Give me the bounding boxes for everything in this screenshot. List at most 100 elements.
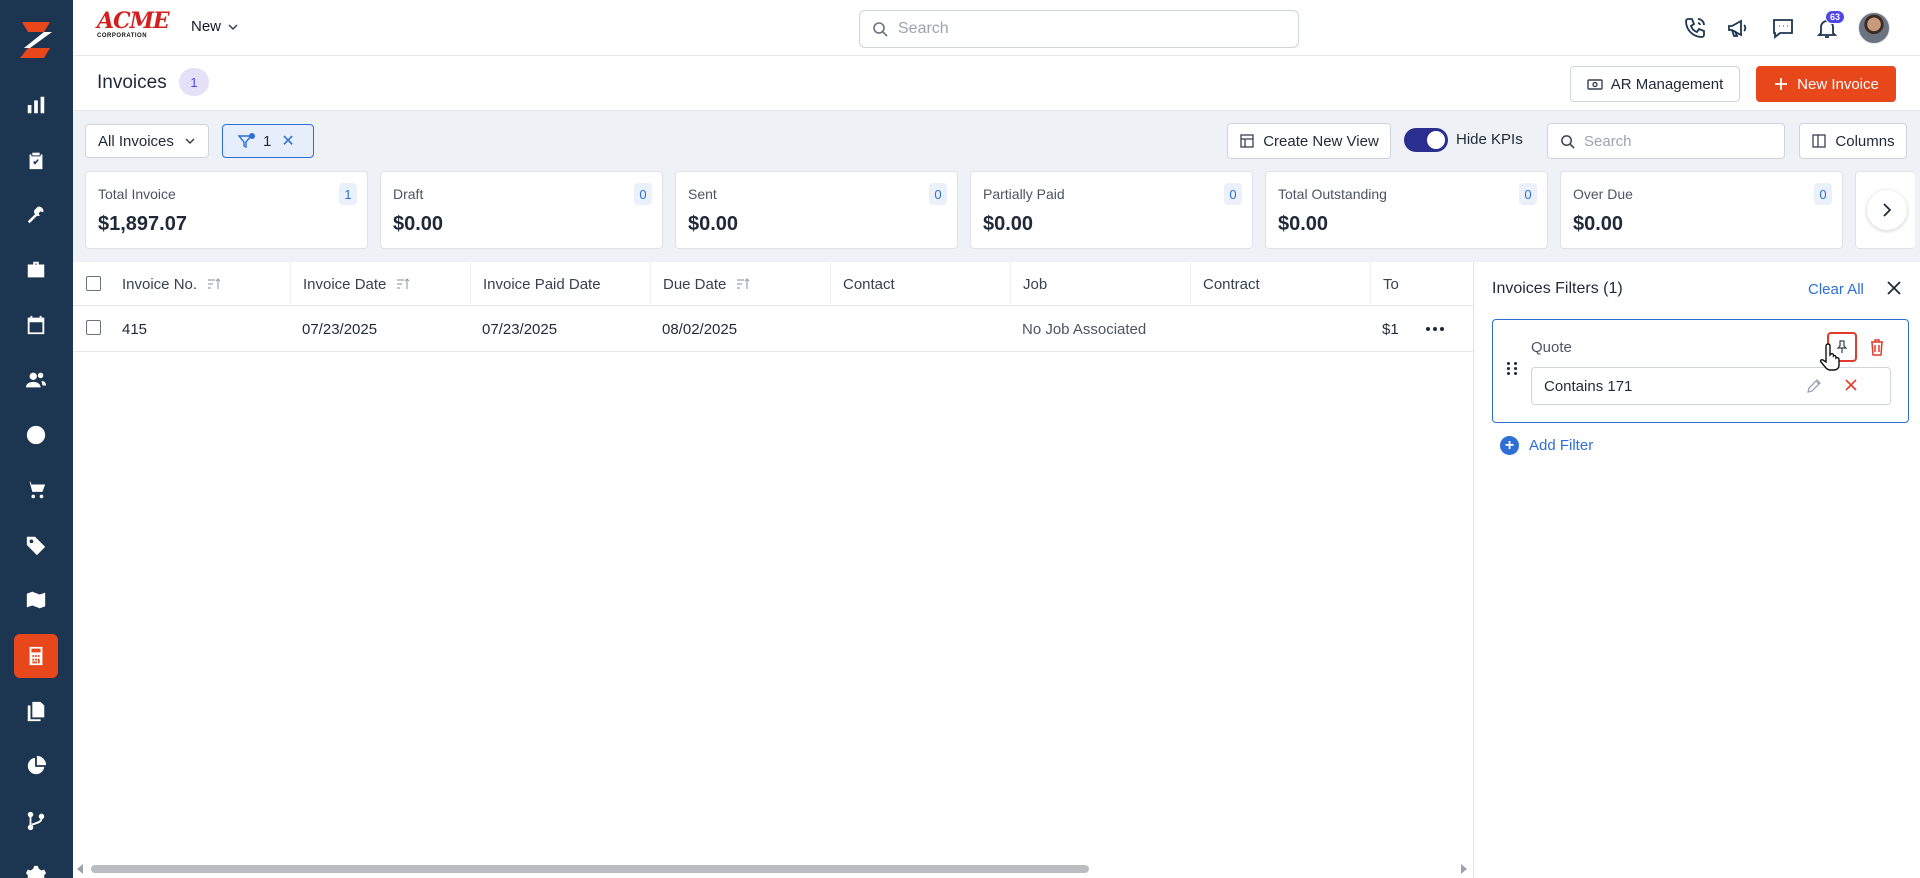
cell-total: $1 (1382, 320, 1399, 338)
sidebar-item-invoices[interactable] (14, 634, 58, 678)
scrollbar-thumb[interactable] (91, 865, 1089, 873)
active-filter-chip[interactable]: 1 ✕ (222, 124, 314, 158)
notifications-button[interactable]: 63 (1813, 10, 1845, 42)
messages-button[interactable] (1769, 14, 1797, 42)
top-bar: ACME CORPORATION New 63 (73, 0, 1920, 56)
scroll-left-icon[interactable] (77, 864, 83, 874)
chevron-right-icon (1883, 203, 1892, 217)
add-filter-button[interactable]: + Add Filter (1500, 436, 1593, 455)
kpi-label: Partially Paid (983, 186, 1065, 202)
new-menu-label: New (191, 18, 222, 35)
column-label: Invoice Date (303, 275, 387, 293)
sidebar-item-documents[interactable] (14, 689, 58, 733)
hide-kpis-label: Hide KPIs (1456, 131, 1523, 148)
sidebar-item-purchases[interactable] (14, 468, 58, 512)
kpi-card-partially-paid[interactable]: Partially Paid $0.00 0 (970, 171, 1253, 249)
row-checkbox[interactable] (86, 320, 101, 335)
new-invoice-label: New Invoice (1797, 75, 1879, 93)
kpi-card-over-due[interactable]: Over Due $0.00 0 (1560, 171, 1843, 249)
kpi-card-total-invoice[interactable]: Total Invoice $1,897.07 1 (85, 171, 368, 249)
sidebar-item-calendar[interactable] (14, 303, 58, 347)
sidebar-item-reports[interactable] (14, 744, 58, 788)
row-actions-menu[interactable] (1423, 320, 1447, 338)
filter-value-field[interactable]: Contains 171 (1531, 367, 1891, 405)
column-header-due-date[interactable]: Due Date (650, 262, 830, 306)
sidebar-item-tools[interactable] (14, 193, 58, 237)
ar-management-button[interactable]: AR Management (1570, 66, 1740, 102)
cell-due-date: 08/02/2025 (662, 320, 738, 338)
kpi-value: $0.00 (1573, 213, 1624, 235)
sidebar-item-pricebook[interactable] (14, 523, 58, 567)
cell-job: No Job Associated (1022, 320, 1147, 338)
column-label: Job (1023, 275, 1048, 293)
column-label: Invoice No. (122, 275, 198, 293)
kpi-count: 0 (929, 183, 947, 205)
column-header-invoice-no[interactable]: Invoice No. (110, 262, 290, 306)
kpi-card-total-outstanding[interactable]: Total Outstanding $0.00 0 (1265, 171, 1548, 249)
kpi-value: $0.00 (983, 213, 1034, 235)
sidebar-item-timesheet[interactable] (14, 413, 58, 457)
toolbar-and-kpis: All Invoices 1 ✕ Create New View Hide KP… (73, 111, 1920, 262)
filter-field-label: Quote (1531, 339, 1572, 356)
clear-all-link[interactable]: Clear All (1808, 281, 1864, 298)
kpi-label: Sent (688, 186, 717, 202)
kpi-card-draft[interactable]: Draft $0.00 0 (380, 171, 663, 249)
remove-value-icon[interactable] (1843, 377, 1859, 393)
add-filter-label: Add Filter (1529, 437, 1594, 454)
phone-button[interactable] (1681, 14, 1709, 42)
global-search-input[interactable] (898, 20, 1298, 38)
cell-invoice-no[interactable]: 415 (110, 306, 147, 352)
clear-filter-icon[interactable]: ✕ (281, 131, 294, 151)
columns-label: Columns (1835, 132, 1895, 150)
column-header-invoice-date[interactable]: Invoice Date (290, 262, 470, 306)
hide-kpis-toggle[interactable] (1404, 128, 1448, 152)
column-header-invoice-paid-date[interactable]: Invoice Paid Date (470, 262, 650, 306)
column-header-job[interactable]: Job (1010, 262, 1190, 306)
close-icon[interactable] (1884, 278, 1904, 298)
sidebar-item-workflows[interactable] (14, 799, 58, 843)
user-avatar[interactable] (1858, 12, 1890, 44)
column-header-contact[interactable]: Contact (830, 262, 1010, 306)
kpi-count: 0 (634, 183, 652, 205)
table-search[interactable] (1547, 123, 1785, 159)
sort-icon[interactable] (396, 277, 410, 291)
new-invoice-button[interactable]: New Invoice (1756, 66, 1896, 102)
horizontal-scrollbar[interactable] (73, 860, 1473, 878)
sidebar-item-map[interactable] (14, 578, 58, 622)
sort-icon[interactable] (207, 277, 221, 291)
kpi-next-button[interactable] (1867, 190, 1907, 230)
table-row[interactable]: 415 07/23/2025 07/23/2025 08/02/2025 No … (73, 306, 1473, 352)
money-icon (1587, 79, 1603, 90)
column-label: Invoice Paid Date (483, 275, 601, 293)
sort-icon[interactable] (736, 277, 750, 291)
clock-icon (26, 425, 46, 445)
users-icon (25, 372, 47, 388)
kpi-card-sent[interactable]: Sent $0.00 0 (675, 171, 958, 249)
cart-icon (25, 481, 46, 499)
sidebar-item-contacts[interactable] (14, 358, 58, 402)
global-search[interactable] (859, 10, 1299, 48)
sidebar-item-dashboard[interactable] (14, 83, 58, 127)
view-select[interactable]: All Invoices (85, 124, 209, 158)
drag-handle-icon[interactable] (1507, 362, 1518, 375)
company-logo[interactable]: ACME CORPORATION (97, 10, 170, 44)
scroll-right-icon[interactable] (1461, 864, 1467, 874)
column-header-contract[interactable]: Contract (1190, 262, 1370, 306)
plus-icon (1775, 78, 1788, 90)
app-logo-icon[interactable] (14, 18, 58, 62)
create-new-view-button[interactable]: Create New View (1227, 123, 1391, 159)
tools-icon (27, 206, 44, 224)
invoices-table: Invoice No. Invoice Date Invoice Paid Da… (73, 262, 1473, 878)
select-all-checkbox[interactable] (86, 276, 101, 291)
cell-contact (830, 306, 842, 352)
sidebar-item-settings[interactable] (14, 854, 58, 878)
announcements-button[interactable] (1724, 14, 1752, 42)
column-header-total[interactable]: To (1370, 262, 1473, 306)
sidebar-item-tasks[interactable] (14, 138, 58, 182)
columns-button[interactable]: Columns (1799, 123, 1907, 159)
new-menu-button[interactable]: New (191, 18, 239, 35)
trash-icon[interactable] (1867, 337, 1887, 357)
edit-pencil-icon[interactable] (1805, 377, 1823, 395)
table-search-input[interactable] (1584, 132, 1784, 150)
sidebar-item-jobs[interactable] (14, 248, 58, 292)
